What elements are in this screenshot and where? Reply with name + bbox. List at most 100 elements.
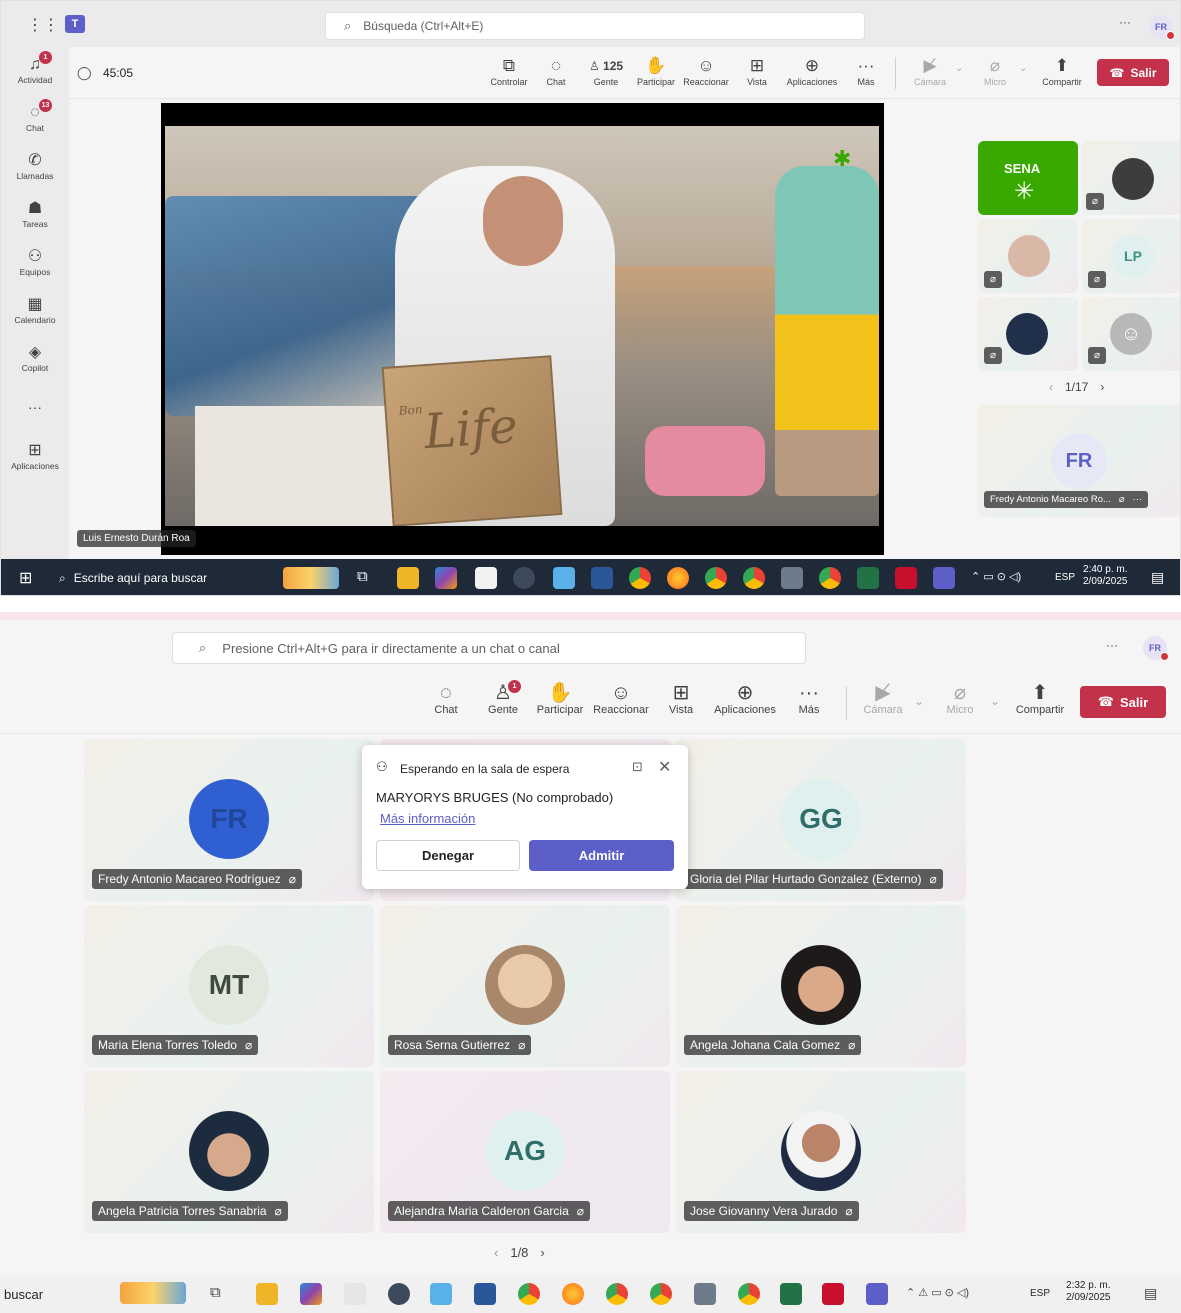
- view-button[interactable]: ⊞ Vista: [739, 55, 775, 87]
- apps-button[interactable]: ⊕ Aplicaciones: [712, 682, 778, 716]
- windows-start-icon[interactable]: ⊞: [19, 568, 32, 588]
- firefox-icon[interactable]: [667, 567, 689, 589]
- participant-tile[interactable]: ☺ ⌀: [1082, 297, 1180, 371]
- language-indicator[interactable]: ESP: [1055, 572, 1075, 584]
- deny-button[interactable]: Denegar: [376, 840, 520, 871]
- word-icon[interactable]: [591, 567, 613, 589]
- file-explorer-icon[interactable]: [397, 567, 419, 589]
- controlar-button[interactable]: ⧉ Controlar: [487, 55, 531, 87]
- people-button[interactable]: ♙ 125 Gente: [581, 55, 631, 87]
- document-app-icon[interactable]: [344, 1283, 366, 1305]
- raise-hand-button[interactable]: ✋ Participar: [635, 55, 677, 87]
- rail-item-aplicaciones[interactable]: ⊞ Aplicaciones: [1, 441, 69, 471]
- app-icon[interactable]: [430, 1283, 452, 1305]
- rail-item-calendario[interactable]: ▦ Calendario: [1, 295, 69, 325]
- weather-widget-icon[interactable]: [120, 1282, 186, 1304]
- chrome-profile-icon[interactable]: [606, 1283, 628, 1305]
- people-button[interactable]: ♙ 1 Gente: [484, 680, 522, 716]
- rail-item-tareas[interactable]: ☗ Tareas: [1, 199, 69, 229]
- calculator-icon[interactable]: [781, 567, 803, 589]
- chevron-down-icon[interactable]: ⌄: [1019, 63, 1027, 74]
- profile-avatar[interactable]: FR: [1149, 15, 1175, 40]
- rail-item-actividad[interactable]: ♫ 1 Actividad: [1, 51, 69, 85]
- excel-icon[interactable]: [857, 567, 879, 589]
- rail-item-chat[interactable]: ◌ 13 Chat: [1, 99, 69, 133]
- share-button[interactable]: ⬆ Compartir: [1012, 682, 1068, 716]
- chat-lobby-icon[interactable]: ⊡: [632, 759, 643, 775]
- chevron-left-icon[interactable]: ‹: [494, 1245, 498, 1260]
- teams-app-icon[interactable]: [866, 1283, 888, 1305]
- chevron-right-icon[interactable]: ›: [1100, 380, 1104, 394]
- language-indicator[interactable]: ESP: [1030, 1288, 1050, 1300]
- participant-tile[interactable]: MT Maria Elena Torres Toledo ⌀: [84, 905, 374, 1067]
- tray-icons[interactable]: ⌃ ⚠ ▭ ⊙ ◁): [906, 1286, 969, 1299]
- chevron-down-icon[interactable]: ⌄: [955, 63, 963, 74]
- chrome-profile-icon[interactable]: [819, 567, 841, 589]
- task-view-icon[interactable]: ⧉: [210, 1284, 221, 1301]
- chrome-profile-icon[interactable]: [388, 1283, 410, 1305]
- chrome-profile-icon[interactable]: [513, 567, 535, 589]
- leave-button[interactable]: ☎ Salir: [1080, 686, 1166, 718]
- chrome-profile-icon[interactable]: [705, 567, 727, 589]
- weather-widget-icon[interactable]: [283, 567, 339, 589]
- chevron-down-icon[interactable]: ⌄: [990, 694, 1000, 708]
- rail-item-llamadas[interactable]: ✆ Llamadas: [1, 151, 69, 181]
- rail-item-more[interactable]: ···: [1, 399, 69, 415]
- ellipsis-icon[interactable]: ···: [1133, 494, 1143, 505]
- self-view-tile[interactable]: FR Fredy Antonio Macareo Ro... ⌀ ···: [978, 405, 1180, 517]
- search-box[interactable]: ⌕ Búsqueda (Ctrl+Alt+E): [325, 12, 865, 40]
- more-button[interactable]: ··· Más: [851, 55, 881, 87]
- more-info-link[interactable]: Más información: [380, 811, 475, 826]
- chat-button[interactable]: ◌ Chat: [428, 682, 464, 716]
- firefox-icon[interactable]: [562, 1283, 584, 1305]
- tray-icons[interactable]: ⌃ ▭ ⊙ ◁): [971, 570, 1021, 583]
- apps-button[interactable]: ⊕ Aplicaciones: [781, 55, 843, 87]
- mcafee-icon[interactable]: [895, 567, 917, 589]
- taskbar-search[interactable]: ⌕ Escribe aquí para buscar: [59, 559, 207, 595]
- calculator-icon[interactable]: [694, 1283, 716, 1305]
- participant-tile[interactable]: Jose Giovanny Vera Jurado ⌀: [676, 1071, 966, 1233]
- document-app-icon[interactable]: [475, 567, 497, 589]
- admit-button[interactable]: Admitir: [529, 840, 674, 871]
- participant-tile[interactable]: GG Gloria del Pilar Hurtado Gonzalez (Ex…: [676, 739, 966, 901]
- leave-button[interactable]: ☎ Salir: [1097, 59, 1169, 86]
- participant-tile[interactable]: ⌀: [978, 297, 1078, 371]
- mcafee-icon[interactable]: [822, 1283, 844, 1305]
- raise-hand-button[interactable]: ✋ Participar: [534, 682, 586, 716]
- participant-tile[interactable]: LP ⌀: [1082, 219, 1180, 293]
- clock[interactable]: 2:40 p. m. 2/09/2025: [1083, 564, 1128, 588]
- chrome-profile-icon[interactable]: [743, 567, 765, 589]
- chevron-down-icon[interactable]: ⌄: [914, 694, 924, 708]
- react-button[interactable]: ☺ Reaccionar: [681, 55, 731, 87]
- task-view-icon[interactable]: ⧉: [357, 568, 368, 585]
- participant-tile[interactable]: ⌀: [1082, 141, 1180, 215]
- word-icon[interactable]: [474, 1283, 496, 1305]
- participant-tile[interactable]: ⌀: [978, 219, 1078, 293]
- copilot-app-icon[interactable]: [300, 1283, 322, 1305]
- participant-tile[interactable]: Angela Johana Cala Gomez ⌀: [676, 905, 966, 1067]
- more-options-icon[interactable]: ···: [1119, 15, 1131, 29]
- more-button[interactable]: ··· Más: [794, 682, 824, 716]
- file-explorer-icon[interactable]: [256, 1283, 278, 1305]
- camera-button[interactable]: ▶̸ Cámara: [860, 682, 906, 716]
- taskbar-search[interactable]: buscar: [4, 1275, 43, 1313]
- copilot-app-icon[interactable]: [435, 567, 457, 589]
- view-button[interactable]: ⊞ Vista: [664, 682, 698, 716]
- chat-button[interactable]: ◌ Chat: [539, 55, 573, 87]
- close-icon[interactable]: ✕: [658, 757, 671, 777]
- mic-button[interactable]: ⌀ Micro: [940, 682, 980, 716]
- participant-tile[interactable]: AG Alejandra Maria Calderon Garcia ⌀: [380, 1071, 670, 1233]
- search-box[interactable]: ⌕ Presione Ctrl+Alt+G para ir directamen…: [172, 632, 806, 664]
- react-button[interactable]: ☺ Reaccionar: [592, 682, 650, 716]
- clock[interactable]: 2:32 p. m. 2/09/2025: [1066, 1280, 1111, 1304]
- participant-tile[interactable]: Angela Patricia Torres Sanabria ⌀: [84, 1071, 374, 1233]
- participant-tile[interactable]: FR Fredy Antonio Macareo Rodríguez ⌀: [84, 739, 374, 901]
- chrome-icon[interactable]: [518, 1283, 540, 1305]
- participant-tile[interactable]: Rosa Serna Gutierrez ⌀: [380, 905, 670, 1067]
- chrome-profile-icon[interactable]: [650, 1283, 672, 1305]
- chrome-icon[interactable]: [629, 567, 651, 589]
- app-icon[interactable]: [553, 567, 575, 589]
- notifications-icon[interactable]: ▤: [1144, 1285, 1157, 1302]
- rail-item-copilot[interactable]: ◈ Copilot: [1, 343, 69, 373]
- excel-icon[interactable]: [780, 1283, 802, 1305]
